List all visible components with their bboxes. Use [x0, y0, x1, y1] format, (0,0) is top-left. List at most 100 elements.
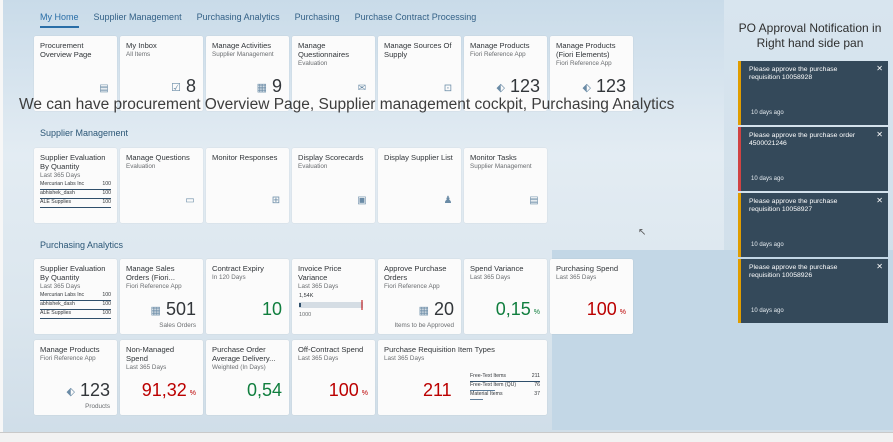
comparison-row: abhishek_dash 100	[40, 190, 111, 197]
tile-purchase-requisition-item-types[interactable]: Purchase Requisition Item Types Last 365…	[378, 340, 547, 415]
tile-subtitle: Supplier Management	[212, 51, 274, 58]
activity-icon: ▦	[256, 82, 267, 94]
comparison-chart: Mercurian Labs Inc 100 abhishek_dash 100 A…	[40, 292, 111, 320]
tile-kpi: 100%	[586, 299, 626, 319]
tile-footer: Products	[85, 403, 110, 410]
tile-kpi: ⬖ 123	[496, 76, 540, 96]
comparison-row: Mercurian Labs Inc 100	[40, 292, 111, 298]
tab-supplier-management[interactable]: Supplier Management	[94, 12, 182, 26]
notification-item[interactable]: Please approve the purchase requisition …	[738, 259, 888, 323]
close-icon[interactable]: ✕	[876, 262, 883, 271]
tile-kpi: ▦ 20	[418, 299, 454, 319]
tab-purchase-contract-processing[interactable]: Purchase Contract Processing	[355, 12, 477, 26]
tile-contract-expiry[interactable]: Contract Expiry In 120 Days 10	[206, 259, 289, 334]
tile-title: Purchase Requisition Item Types	[384, 345, 495, 354]
tile-title: Manage Questions	[126, 153, 190, 162]
left-edge	[0, 0, 3, 432]
tile-subtitle: Last 365 Days	[384, 355, 425, 362]
notification-time: 10 days ago	[751, 242, 784, 248]
tile-subtitle: Last 365 Days	[298, 283, 339, 290]
tile-subtitle: Weighted (In Days)	[212, 364, 266, 371]
tile-title: Display Scorecards	[298, 153, 364, 162]
supplier-list-icon: ♟	[443, 195, 453, 206]
close-icon[interactable]: ✕	[876, 64, 883, 73]
comparison-row: abhishek_dash 100	[40, 301, 111, 308]
tile-title: Manage Questionnaires	[298, 41, 350, 59]
tile-title: Spend Variance	[470, 264, 524, 273]
notification-time: 10 days ago	[751, 308, 784, 314]
tile-subtitle: Last 365 Days	[126, 364, 167, 371]
comparison-row: Material Items 37	[470, 391, 540, 398]
tile-approve-purchase-orders[interactable]: Approve Purchase Orders Fiori Reference …	[378, 259, 461, 334]
tile-manage-products-2[interactable]: Manage Products Fiori Reference App ⬖ 123…	[34, 340, 117, 415]
tile-kpi: ⬖ 123	[66, 380, 110, 400]
tile-non-managed-spend[interactable]: Non-Managed Spend Last 365 Days 91,32%	[120, 340, 203, 415]
tile-subtitle: Last 365 Days	[40, 172, 81, 179]
tile-subtitle: Fiori Reference App	[556, 60, 612, 67]
scorecard-icon: ▣	[357, 195, 367, 206]
comparison-bar	[470, 398, 483, 401]
tile-monitor-tasks[interactable]: Monitor Tasks Supplier Management ▤	[464, 148, 547, 223]
section-title-supplier-management: Supplier Management	[40, 128, 129, 138]
comparison-row: Mercurian Labs Inc 100	[40, 181, 111, 187]
tile-footer: Items to be Approved	[394, 322, 454, 329]
tab-purchasing[interactable]: Purchasing	[295, 12, 340, 26]
comparison-row: ALE Supplies 100	[40, 310, 111, 317]
comparison-row: Free-Text Item (QU) 76	[470, 382, 540, 389]
tile-monitor-responses[interactable]: Monitor Responses ⊞	[206, 148, 289, 223]
tile-supplier-evaluation-2[interactable]: Supplier Evaluation By Quantity Last 365…	[34, 259, 117, 334]
tile-subtitle: Evaluation	[298, 60, 328, 67]
tile-off-contract-spend[interactable]: Off-Contract Spend Last 365 Days 100%	[292, 340, 375, 415]
tile-display-supplier-list[interactable]: Display Supplier List ♟	[378, 148, 461, 223]
po-approval-caption: PO Approval Notification in Right hand s…	[738, 21, 882, 50]
tile-kpi: ▦ 501	[150, 299, 196, 319]
tile-subtitle: Supplier Management	[470, 163, 532, 170]
tab-purchasing-analytics[interactable]: Purchasing Analytics	[197, 12, 280, 26]
notification-item[interactable]: Please approve the purchase requisition …	[738, 193, 888, 257]
tile-kpi: 211	[423, 380, 452, 400]
tile-kpi: 10	[261, 299, 282, 319]
tile-title: Monitor Tasks	[470, 153, 517, 162]
tile-title: Purchase Order Average Delivery...	[212, 345, 276, 363]
tile-title: Supplier Evaluation By Quantity	[40, 264, 106, 282]
notification-text: Please approve the purchase requisition …	[749, 264, 838, 279]
tile-title: Contract Expiry	[212, 264, 264, 273]
tile-title: Non-Managed Spend	[126, 345, 175, 363]
product-icon: ⬖	[582, 82, 591, 94]
bottom-bar	[0, 432, 893, 442]
tile-subtitle: Evaluation	[298, 163, 328, 170]
tile-supplier-evaluation[interactable]: Supplier Evaluation By Quantity Last 365…	[34, 148, 117, 223]
product-icon: ⬖	[66, 386, 75, 398]
tile-title: Manage Sales Orders (Fiori...	[126, 264, 175, 282]
bullet-min-label: 1000	[299, 312, 312, 318]
tile-title: Procurement Overview Page	[40, 41, 92, 59]
tile-title: Manage Products (Fiori Elements)	[556, 41, 616, 59]
tile-subtitle: In 120 Days	[212, 274, 246, 281]
tile-kpi: 100%	[328, 380, 368, 400]
overview-icon: ▤	[99, 83, 109, 94]
tile-title: Manage Activities	[212, 41, 272, 50]
notification-item[interactable]: Please approve the purchase order 450002…	[738, 127, 888, 191]
notification-text: Please approve the purchase requisition …	[749, 198, 838, 213]
checkbox-icon: ☑	[171, 82, 181, 94]
tile-display-scorecards[interactable]: Display Scorecards Evaluation ▣	[292, 148, 375, 223]
tile-subtitle: Last 365 Days	[40, 283, 81, 290]
tile-invoice-price-variance[interactable]: Invoice Price Variance Last 365 Days 1,5…	[292, 259, 375, 334]
notification-item[interactable]: Please approve the purchase requisition …	[738, 61, 888, 125]
responses-icon: ⊞	[271, 195, 281, 206]
comparison-row: Free-Text Items 211	[470, 373, 540, 379]
tab-my-home[interactable]: My Home	[40, 12, 79, 28]
tile-spend-variance[interactable]: Spend Variance Last 365 Days 0,15%	[464, 259, 547, 334]
tile-purchasing-spend[interactable]: Purchasing Spend Last 365 Days 100%	[550, 259, 633, 334]
tile-kpi: ▦ 9	[256, 76, 282, 96]
product-icon: ⬖	[496, 82, 505, 94]
anchor-navigation: My Home Supplier Management Purchasing A…	[40, 12, 491, 28]
questionnaire-icon: ✉	[357, 83, 367, 94]
tile-manage-sales-orders[interactable]: Manage Sales Orders (Fiori... Fiori Refe…	[120, 259, 203, 334]
tile-subtitle: Fiori Reference App	[126, 283, 182, 290]
tile-manage-questions[interactable]: Manage Questions Evaluation ▭	[120, 148, 203, 223]
close-icon[interactable]: ✕	[876, 196, 883, 205]
tile-po-average-delivery[interactable]: Purchase Order Average Delivery... Weigh…	[206, 340, 289, 415]
close-icon[interactable]: ✕	[876, 130, 883, 139]
tile-subtitle: Last 365 Days	[470, 274, 511, 281]
